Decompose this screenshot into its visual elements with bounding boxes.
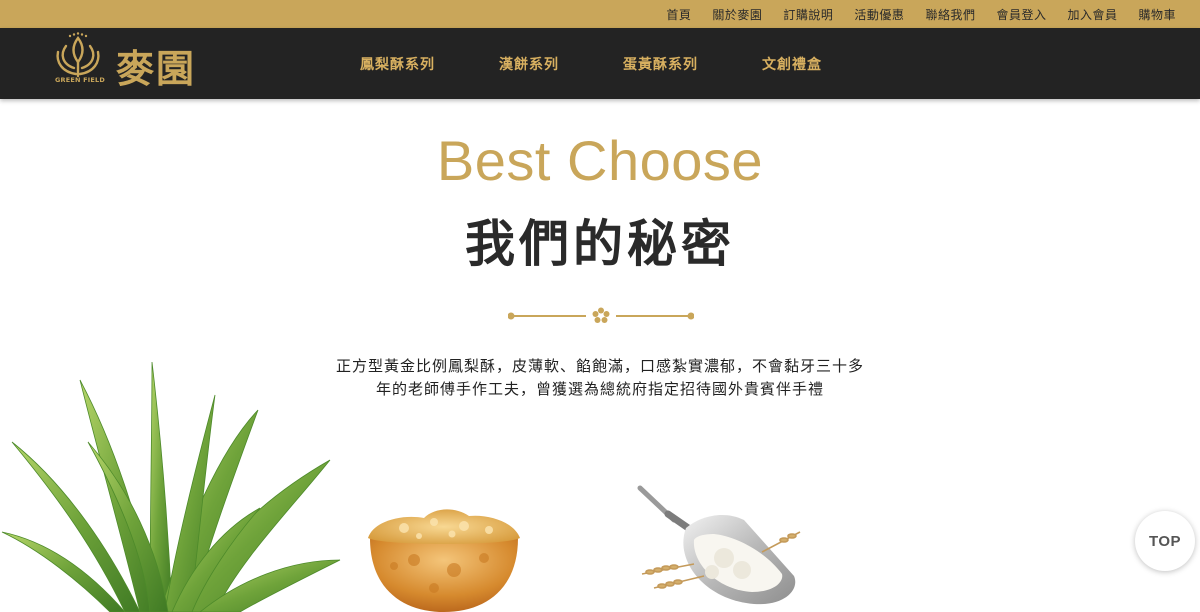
top-utility-bar: 首頁 關於麥園 訂購說明 活動優惠 聯絡我們 會員登入 加入會員 購物車 — [0, 0, 1200, 28]
topbar-link-about[interactable]: 關於麥園 — [712, 6, 762, 23]
nav-item-traditional-pastry[interactable]: 漢餅系列 — [499, 54, 559, 74]
brand-logo[interactable]: GREEN FIELD 麥園 — [52, 32, 212, 92]
ornamental-divider — [508, 307, 694, 323]
brand-name-en: GREEN FIELD — [55, 76, 105, 84]
hero-description: 正方型黃金比例鳳梨酥，皮薄軟、餡飽滿，口感紮實濃郁，不會黏牙三十多 年的老師傅手… — [300, 355, 900, 401]
flour-scoop-image — [637, 485, 801, 605]
hero-eyebrow: Best Choose — [436, 129, 764, 192]
topbar-link-order-info[interactable]: 訂購說明 — [783, 6, 833, 23]
brand-name-zh: 麥園 — [116, 46, 197, 91]
category-nav: 鳳梨酥系列 漢餅系列 蛋黃酥系列 文創禮盒 — [360, 28, 886, 99]
nav-item-egg-yolk-pastry[interactable]: 蛋黃酥系列 — [623, 54, 698, 74]
main-navigation: GREEN FIELD 麥園 鳳梨酥系列 漢餅系列 蛋黃酥系列 文創禮盒 — [0, 28, 1200, 99]
hero-title: 我們的秘密 — [465, 215, 735, 273]
nav-item-pineapple-cake[interactable]: 鳳梨酥系列 — [360, 54, 435, 74]
flower-icon — [592, 307, 610, 323]
hero-description-line-1: 正方型黃金比例鳳梨酥，皮薄軟、餡飽滿，口感紮實濃郁，不會黏牙三十多 — [335, 357, 864, 375]
topbar-link-cart[interactable]: 購物車 — [1138, 6, 1176, 23]
wheat-crown-logo-icon — [56, 32, 100, 78]
topbar-link-login[interactable]: 會員登入 — [996, 6, 1046, 23]
pineapple-jam-bowl-image — [368, 509, 520, 612]
topbar-link-promotions[interactable]: 活動優惠 — [854, 6, 904, 23]
back-to-top-button[interactable]: TOP — [1135, 511, 1195, 571]
pineapple-leaves-image — [1, 361, 341, 612]
topbar-link-home[interactable]: 首頁 — [666, 6, 691, 23]
topbar-link-register[interactable]: 加入會員 — [1067, 6, 1117, 23]
hero-description-line-2: 年的老師傅手作工夫，曾獲選為總統府指定招待國外貴賓伴手禮 — [375, 380, 824, 398]
nav-item-gift-box[interactable]: 文創禮盒 — [762, 54, 822, 74]
topbar-link-contact[interactable]: 聯絡我們 — [925, 6, 975, 23]
